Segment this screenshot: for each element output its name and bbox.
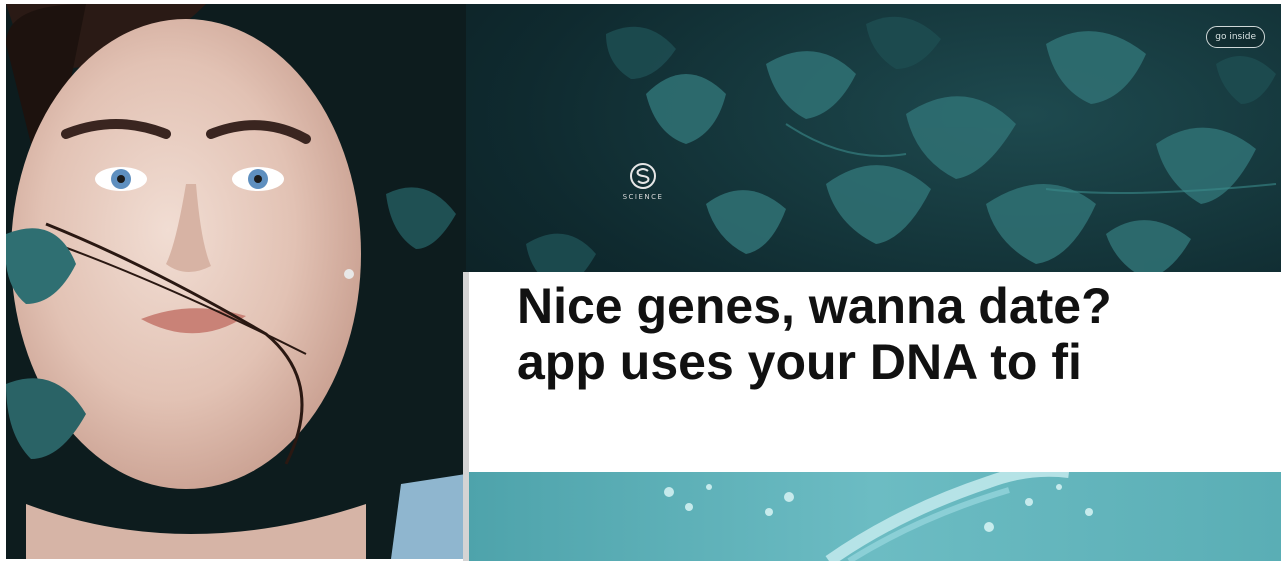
scientific-s-logo-icon [630,163,656,189]
logo-wordmark: SCIENCE [622,193,664,201]
headline-line-2: app uses your DNA to fi [517,334,1082,390]
page: SCIENCE go inside Nice genes, wanna date… [0,0,1281,561]
woman-portrait [6,4,466,559]
article-card[interactable]: Nice genes, wanna date? app uses your DN… [463,272,1281,561]
brand-logo[interactable]: SCIENCE [614,162,672,220]
dna-strand-image [469,472,1281,561]
go-inside-button[interactable]: go inside [1206,26,1265,48]
article-headline[interactable]: Nice genes, wanna date? app uses your DN… [517,278,1112,390]
headline-line-1: Nice genes, wanna date? [517,278,1112,334]
